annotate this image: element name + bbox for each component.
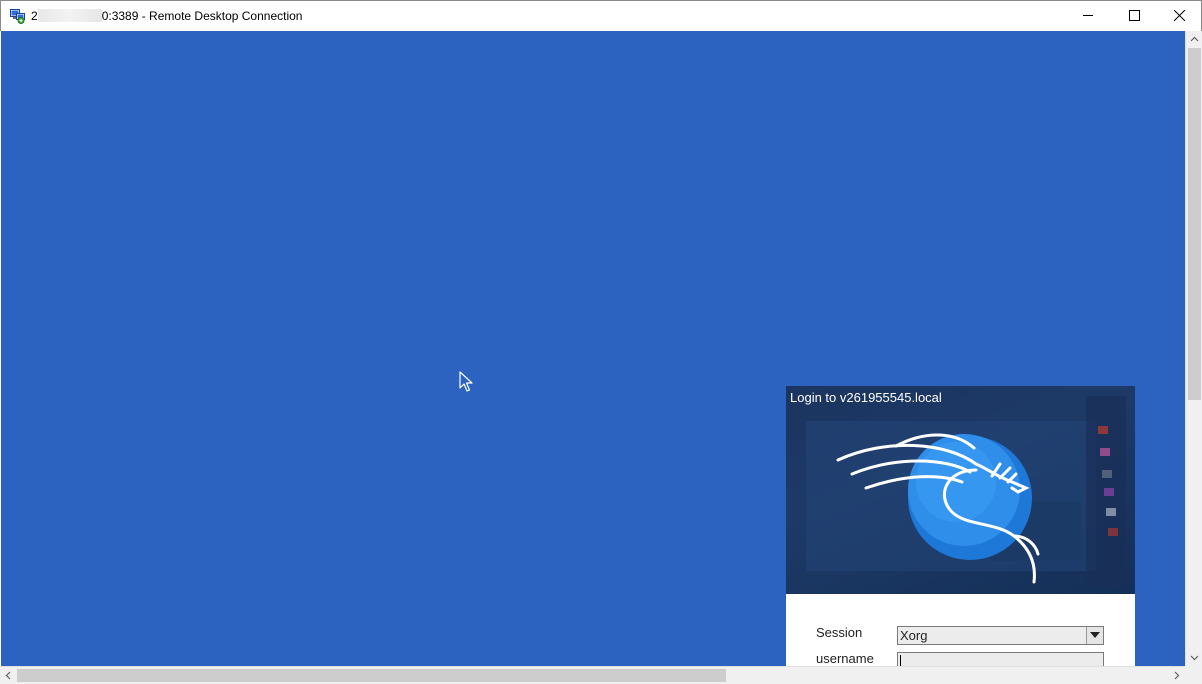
- chevron-down-icon: [1190, 655, 1199, 661]
- minimize-icon: [1083, 15, 1093, 16]
- text-caret: [900, 655, 901, 666]
- window-title-suffix: 0:3389 - Remote Desktop Connection: [101, 9, 303, 23]
- vertical-scroll-thumb[interactable]: [1188, 48, 1201, 400]
- session-value: Xorg: [900, 628, 928, 643]
- close-button[interactable]: [1156, 1, 1202, 31]
- maximize-button[interactable]: [1111, 1, 1157, 31]
- scroll-up-button[interactable]: [1186, 31, 1202, 48]
- mouse-cursor-icon: [459, 371, 473, 392]
- login-dialog: Login to v261955545.local Session Xorg u…: [786, 386, 1135, 666]
- session-select[interactable]: Xorg: [897, 626, 1104, 645]
- minimize-button[interactable]: [1065, 1, 1111, 31]
- redacted-address: [37, 9, 102, 22]
- remote-desktop-icon[interactable]: [10, 8, 26, 24]
- horizontal-scrollbar[interactable]: [0, 666, 1185, 684]
- maximize-icon: [1129, 10, 1140, 21]
- session-label: Session: [816, 625, 863, 640]
- login-form: Session Xorg username: [786, 594, 1135, 666]
- vertical-scrollbar[interactable]: [1185, 31, 1202, 666]
- remote-desktop-view[interactable]: Login to v261955545.local Session Xorg u…: [1, 31, 1185, 666]
- username-input[interactable]: [897, 652, 1104, 666]
- chevron-down-icon: [1090, 632, 1100, 638]
- window-title-prefix: 2: [31, 9, 38, 23]
- window-title: 2 0:3389 - Remote Desktop Connection: [31, 9, 302, 23]
- scroll-left-button[interactable]: [0, 667, 17, 684]
- horizontal-scroll-thumb[interactable]: [17, 669, 726, 682]
- close-icon: [1174, 10, 1185, 21]
- scrollbar-corner: [1185, 666, 1202, 684]
- scroll-right-button[interactable]: [1168, 667, 1185, 684]
- title-bar[interactable]: 2 0:3389 - Remote Desktop Connection: [0, 0, 1202, 31]
- login-banner: Login to v261955545.local: [786, 386, 1135, 594]
- kali-dragon-icon: [806, 396, 1126, 586]
- chevron-right-icon: [1174, 671, 1180, 680]
- chevron-up-icon: [1190, 36, 1199, 42]
- dropdown-button[interactable]: [1086, 627, 1103, 644]
- login-title: Login to v261955545.local: [790, 390, 942, 405]
- username-label: username: [816, 651, 874, 666]
- scroll-down-button[interactable]: [1186, 649, 1202, 666]
- chevron-left-icon: [5, 671, 11, 680]
